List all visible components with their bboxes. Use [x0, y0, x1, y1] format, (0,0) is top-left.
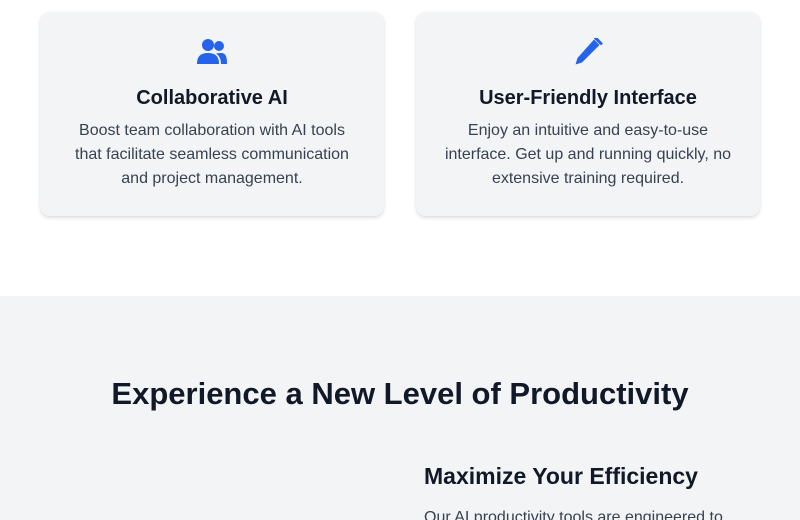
users-icon [196, 38, 228, 66]
feature-description: Enjoy an intuitive and easy-to-use inter… [444, 122, 732, 187]
feature-title: User-Friendly Interface [479, 87, 697, 109]
efficiency-heading: Maximize Your Efficiency [424, 463, 698, 489]
pencil-icon [572, 38, 604, 66]
section-heading: Experience a New Level of Productivity [111, 376, 689, 411]
feature-card-user-friendly-interface: User-Friendly Interface Enjoy an intuiti… [416, 12, 760, 216]
feature-description: Boost team collaboration with AI tools t… [75, 122, 349, 187]
feature-card-collaborative-ai: Collaborative AI Boost team collaboratio… [40, 12, 384, 216]
features-section: Collaborative AI Boost team collaboratio… [0, 0, 800, 296]
feature-title: Collaborative AI [136, 87, 288, 109]
productivity-section: Experience a New Level of Productivity M… [0, 296, 800, 520]
efficiency-description: Our AI productivity tools are engineered… [424, 509, 723, 520]
